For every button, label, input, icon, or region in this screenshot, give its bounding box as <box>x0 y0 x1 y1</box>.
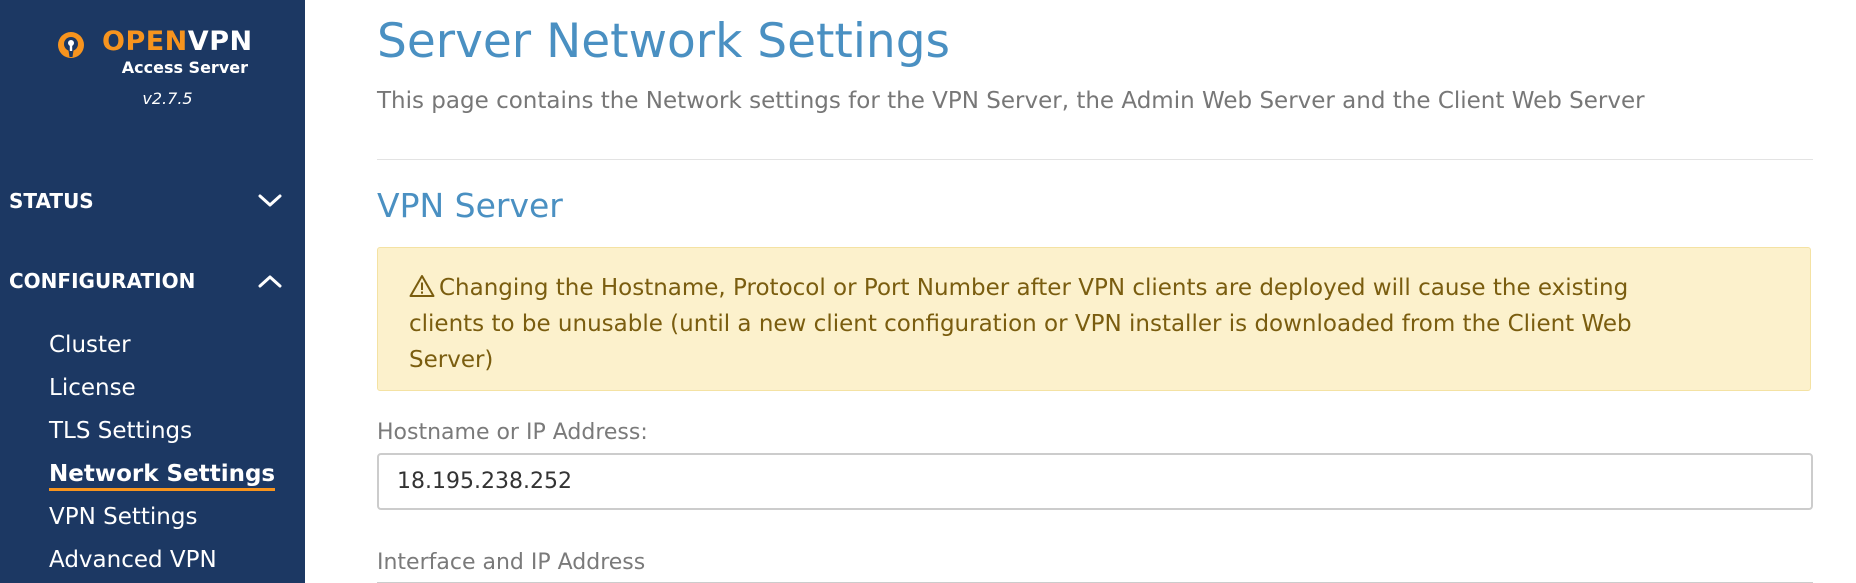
openvpn-logo-icon <box>58 32 84 58</box>
openvpn-logo[interactable]: OPENVPN Access Server <box>56 26 256 77</box>
page-description: This page contains the Network settings … <box>377 88 1645 114</box>
sidebar-item-license[interactable]: License <box>49 375 136 401</box>
divider <box>377 159 1813 160</box>
sidebar-item-cluster[interactable]: Cluster <box>49 332 131 358</box>
warning-alert: Changing the Hostname, Protocol or Port … <box>377 247 1811 391</box>
alert-line-1: Changing the Hostname, Protocol or Port … <box>409 270 1780 306</box>
version-label: v2.7.5 <box>142 89 193 108</box>
warning-icon <box>409 275 435 297</box>
brand-name: OPENVPN <box>102 26 253 57</box>
interface-label: Interface and IP Address <box>377 550 646 575</box>
brand-open: OPEN <box>102 26 188 57</box>
sidebar-item-advanced-vpn[interactable]: Advanced VPN <box>49 547 217 573</box>
sidebar-item-tls-settings[interactable]: TLS Settings <box>49 418 192 444</box>
section-title-vpn-server: VPN Server <box>377 186 563 225</box>
nav-section-configuration-label: CONFIGURATION <box>9 269 196 293</box>
nav-section-status-label: STATUS <box>9 189 94 213</box>
sidebar: OPENVPN Access Server v2.7.5 STATUS CONF… <box>0 0 305 583</box>
chevron-up-icon <box>258 275 282 288</box>
alert-text-line-3: Server) <box>409 347 494 373</box>
alert-text-line-2: clients to be unusable (until a new clie… <box>409 311 1632 337</box>
sidebar-item-network-settings[interactable]: Network Settings <box>49 461 276 491</box>
brand-vpn: VPN <box>187 26 253 57</box>
brand-subtitle-text: Access Server <box>121 58 248 77</box>
sidebar-item-vpn-settings[interactable]: VPN Settings <box>49 504 197 530</box>
nav-section-status[interactable]: STATUS <box>9 181 291 221</box>
page-title: Server Network Settings <box>377 14 951 69</box>
hostname-input[interactable] <box>377 453 1813 510</box>
nav-section-configuration[interactable]: CONFIGURATION <box>9 261 291 301</box>
chevron-down-icon <box>258 194 282 207</box>
alert-text-line-1: Changing the Hostname, Protocol or Port … <box>439 275 1629 301</box>
hostname-label: Hostname or IP Address: <box>377 420 648 445</box>
